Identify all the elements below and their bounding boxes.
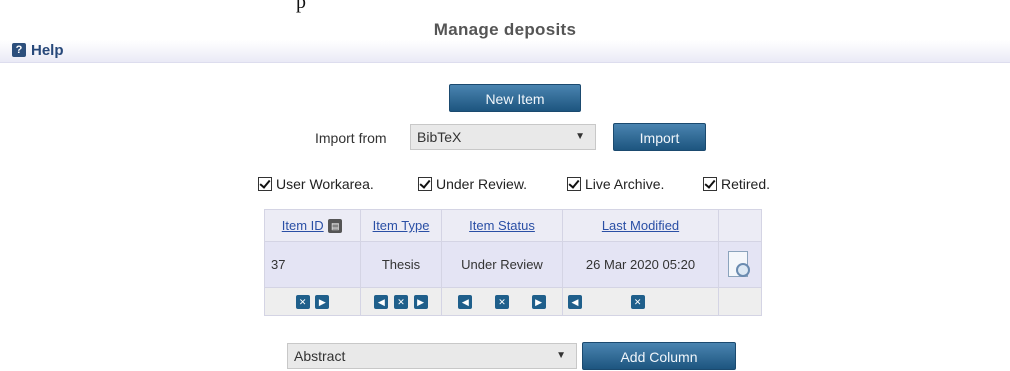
header-item-status[interactable]: Item Status [441,209,563,242]
chevron-down-icon: ▼ [575,131,585,142]
chevron-down-icon: ▼ [556,350,566,361]
controls-actions [718,287,762,316]
controls-item-id: ✕ ▶ [264,287,361,316]
remove-column-icon[interactable]: ✕ [295,295,310,310]
column-select-value: Abstract [294,348,346,364]
sort-item-type-link[interactable]: Item Type [373,218,430,233]
header-item-type[interactable]: Item Type [360,209,442,242]
view-item-icon[interactable] [728,250,752,279]
controls-last-modified: ◀ ✕ [562,287,719,316]
filter-user-workarea[interactable]: User Workarea. [258,176,374,192]
filter-label: Live Archive. [585,176,665,192]
cell-actions [718,241,762,288]
filter-label: User Workarea. [276,176,374,192]
cell-item-id: 37 [264,241,361,288]
add-column-button[interactable]: Add Column [582,342,736,370]
import-button[interactable]: Import [613,123,706,151]
cell-last-modified: 26 Mar 2020 05:20 [562,241,719,288]
help-bar[interactable]: ? Help [0,40,1010,63]
move-right-icon[interactable]: ▶ [531,295,546,310]
items-table: Item ID ▤ Item Type Item Status Last Mod… [264,209,762,316]
page-title: Manage deposits [433,20,577,39]
move-left-icon[interactable]: ◀ [458,295,473,310]
column-select[interactable]: Abstract ▼ [287,343,577,369]
remove-column-icon[interactable]: ✕ [630,295,645,310]
header-item-id[interactable]: Item ID ▤ [264,209,361,242]
checkbox-checked-icon[interactable] [418,177,432,191]
filter-label: Under Review. [436,176,528,192]
header-last-modified[interactable]: Last Modified [562,209,719,242]
table-header-row: Item ID ▤ Item Type Item Status Last Mod… [264,209,762,242]
remove-column-icon[interactable]: ✕ [495,295,509,310]
table-row[interactable]: 37 Thesis Under Review 26 Mar 2020 05:20 [264,241,762,288]
clipped-top-text: p [296,0,306,13]
import-format-select[interactable]: BibTeX ▼ [410,124,596,150]
move-left-icon[interactable]: ◀ [568,295,582,310]
import-format-value: BibTeX [417,129,462,145]
help-book-icon: ? [12,43,26,57]
checkbox-checked-icon[interactable] [258,177,272,191]
new-item-button[interactable]: New Item [449,84,581,112]
cell-item-type: Thesis [360,241,442,288]
checkbox-checked-icon[interactable] [703,177,717,191]
filter-live-archive[interactable]: Live Archive. [567,176,664,192]
help-link[interactable]: Help [31,42,64,59]
remove-column-icon[interactable]: ✕ [394,295,408,310]
import-label: Import from [315,130,387,146]
move-left-icon[interactable]: ◀ [374,295,389,310]
sort-last-modified-link[interactable]: Last Modified [602,218,679,233]
header-actions [718,209,762,242]
move-right-icon[interactable]: ▶ [315,295,330,310]
move-right-icon[interactable]: ▶ [413,295,428,310]
checkbox-checked-icon[interactable] [567,177,581,191]
filter-retired[interactable]: Retired. [703,176,770,192]
column-controls-row: ✕ ▶ ◀ ✕ ▶ ◀ ✕ ▶ ◀ ✕ [264,287,762,316]
sort-toggle-icon[interactable]: ▤ [328,219,343,234]
filter-label: Retired. [721,176,771,192]
sort-item-status-link[interactable]: Item Status [469,218,535,233]
filter-under-review[interactable]: Under Review. [418,176,527,192]
sort-item-id-link[interactable]: Item ID [282,218,324,233]
controls-item-status: ◀ ✕ ▶ [441,287,563,316]
controls-item-type: ◀ ✕ ▶ [360,287,442,316]
cell-item-status: Under Review [441,241,563,288]
